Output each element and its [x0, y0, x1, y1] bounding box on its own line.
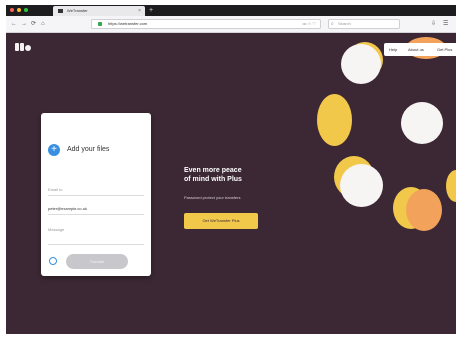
downloads-icon[interactable]: ⇩: [431, 20, 436, 28]
search-placeholder: Search: [338, 21, 351, 26]
page-actions-icon[interactable]: ••• ☆ ♡: [302, 20, 316, 28]
new-tab-button[interactable]: +: [149, 6, 153, 15]
add-files-label[interactable]: Add your files: [67, 146, 109, 153]
wetransfer-favicon-icon: [58, 9, 63, 13]
upload-card: + Add your files Email to peter@example.…: [41, 113, 151, 276]
browser-toolbar: ← → ⟳ ⌂ https://wetransfer.com ••• ☆ ♡ ⌕…: [6, 16, 456, 33]
transfer-button[interactable]: Transfer: [66, 254, 128, 269]
promo-title: Even more peace of mind with Plus: [184, 166, 294, 184]
header-nav: Help About us Get Plus: [384, 43, 456, 56]
decorative-circle: [401, 102, 443, 144]
decorative-circle: [340, 164, 383, 207]
back-icon[interactable]: ←: [11, 20, 17, 28]
your-email-field[interactable]: peter@example.co.uk: [48, 202, 144, 215]
reload-icon[interactable]: ⟳: [31, 20, 36, 28]
get-plus-button[interactable]: Get WeTransfer Plus: [184, 213, 258, 229]
decorative-circle: [446, 170, 456, 202]
search-input[interactable]: ⌕ Search: [328, 19, 400, 29]
forward-icon[interactable]: →: [21, 20, 27, 28]
lock-icon: [98, 22, 102, 26]
browser-tab[interactable]: WeTransfer ×: [53, 6, 145, 16]
close-tab-icon[interactable]: ×: [138, 6, 141, 16]
email-to-field[interactable]: Email to: [48, 183, 144, 196]
promo-title-line-2: of mind with Plus: [184, 176, 242, 183]
decorative-circle: [341, 44, 381, 84]
nav-about-us[interactable]: About us: [408, 43, 424, 56]
promo-subtitle: Password protect your transfers: [184, 195, 241, 200]
browser-window: WeTransfer × + ← → ⟳ ⌂ https://wetransfe…: [6, 5, 456, 334]
add-files-icon[interactable]: +: [48, 144, 60, 156]
close-window-button[interactable]: [10, 8, 14, 12]
tab-title: WeTransfer: [67, 8, 88, 13]
options-icon[interactable]: [49, 257, 57, 265]
decorative-circle: [406, 189, 442, 231]
url-text: https://wetransfer.com: [108, 21, 148, 26]
nav-get-plus[interactable]: Get Plus: [437, 43, 452, 56]
decorative-circle: [317, 94, 352, 146]
message-field[interactable]: Message: [48, 223, 144, 245]
home-icon[interactable]: ⌂: [41, 20, 45, 28]
minimize-window-button[interactable]: [17, 8, 21, 12]
search-icon: ⌕: [331, 21, 334, 27]
nav-help[interactable]: Help: [389, 43, 397, 56]
zoom-window-button[interactable]: [24, 8, 28, 12]
tab-bar: WeTransfer × +: [6, 5, 456, 16]
menu-icon[interactable]: ☰: [443, 20, 448, 28]
promo-title-line-1: Even more peace: [184, 167, 242, 174]
address-bar[interactable]: https://wetransfer.com ••• ☆ ♡: [91, 19, 321, 29]
wetransfer-logo[interactable]: [15, 43, 31, 51]
